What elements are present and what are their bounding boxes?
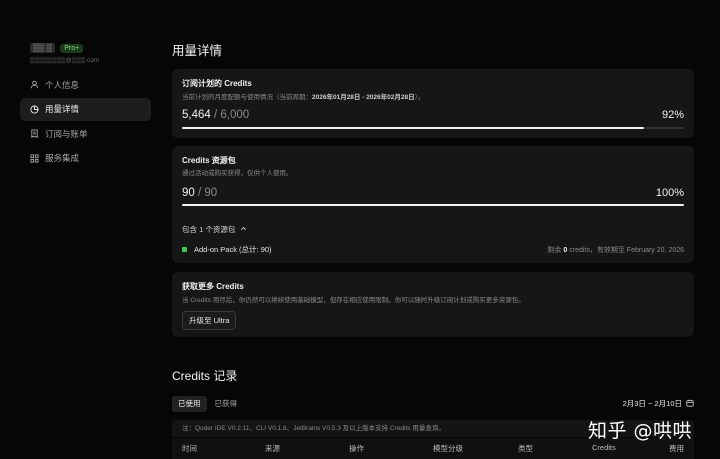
- user-name: ▒▒ ▒: [30, 43, 56, 53]
- subtitle-end: ）。: [414, 94, 425, 101]
- card-title: Credits 资源包: [182, 156, 236, 165]
- credits-used: 5,464: [182, 109, 211, 121]
- remaining-value: 0: [563, 247, 568, 254]
- pack-name: Add-on Pack (总计: 90): [194, 245, 272, 254]
- receipt-icon: [30, 129, 39, 138]
- sidebar-item-usage[interactable]: 用量详情: [20, 97, 151, 121]
- card-subtitle: 当 Credits 用尽后，你仍然可以继续使用基础模型，但存在相应使用限制。你可…: [182, 297, 525, 304]
- sidebar-item-integrations[interactable]: 服务集成: [20, 147, 151, 170]
- pack-used: 90: [182, 187, 195, 199]
- page-title: 用量详情: [172, 44, 223, 58]
- credits-pack-card: Credits 资源包 通过活动或购买获得，仅供个人使用。 90 / 90 10…: [172, 146, 694, 263]
- column-header: 类型: [518, 444, 533, 453]
- status-dot: [182, 247, 187, 252]
- user-icon: [30, 80, 39, 89]
- remaining-suffix: credits，有效期至 February 20, 2026: [569, 247, 684, 254]
- pack-progress-bar: [182, 204, 684, 206]
- sidebar-item-profile[interactable]: 个人信息: [20, 73, 151, 96]
- credits-usage: 5,464 / 6,000: [182, 109, 249, 121]
- plan-badge: Pro+: [60, 43, 84, 53]
- column-header: 操作: [349, 444, 364, 453]
- pie-chart-icon: [30, 104, 39, 114]
- card-title: 获取更多 Credits: [182, 282, 244, 291]
- records-tabs: 已使用 已获得: [172, 396, 243, 412]
- progress-fill: [182, 127, 644, 129]
- user-email: ▒▒▒▒▒▒▒▒@▒▒▒.com: [30, 58, 100, 64]
- tab-earned[interactable]: 已获得: [209, 396, 244, 412]
- card-subtitle: 通过活动或购买获得，仅供个人使用。: [182, 170, 293, 177]
- watermark: 知乎 @哄哄: [588, 420, 693, 442]
- pack-remaining: 剩余 0 credits，有效期至 February 20, 2026: [547, 245, 684, 255]
- sidebar-item-label: 服务集成: [45, 153, 80, 163]
- column-header: 来源: [265, 444, 280, 453]
- sidebar-item-label: 用量详情: [45, 104, 80, 114]
- billing-period: 2026年01月28日 - 2026年02月28日: [312, 94, 415, 101]
- credits-total: / 6,000: [213, 109, 250, 121]
- usage-percent: 92%: [661, 109, 684, 121]
- date-range-picker[interactable]: 2月3日 ~ 2月10日: [623, 398, 694, 409]
- remaining-prefix: 剩余: [547, 247, 562, 254]
- card-subtitle: 当前计划的月度配额与使用情况（当前周期：2026年01月28日 - 2026年0…: [182, 91, 424, 101]
- card-title: 订阅计划的 Credits: [182, 79, 252, 88]
- pack-item: Add-on Pack (总计: 90): [182, 244, 272, 255]
- pack-usage: 90 / 90: [182, 187, 217, 199]
- records-title: Credits 记录: [172, 369, 238, 383]
- pack-list-toggle[interactable]: 包含 1 个资源包: [182, 224, 247, 235]
- subtitle-text: 当前计划的月度配额与使用情况（当前周期：: [182, 94, 312, 101]
- pack-percent: 100%: [655, 187, 684, 199]
- user-info: ▒▒ ▒ Pro+: [30, 43, 84, 53]
- column-header: 费用: [669, 444, 684, 453]
- column-header: 时间: [182, 444, 197, 453]
- sidebar-nav: 个人信息 用量详情 订阅与账单 服务集成: [20, 73, 151, 171]
- tab-used[interactable]: 已使用: [172, 396, 207, 412]
- progress-fill: [182, 204, 684, 206]
- pack-total: / 90: [198, 187, 218, 199]
- chevron-up-icon: [240, 225, 247, 234]
- sidebar-item-billing[interactable]: 订阅与账单: [20, 122, 151, 145]
- get-more-credits-card: 获取更多 Credits 当 Credits 用尽后，你仍然可以继续使用基础模型…: [172, 272, 694, 337]
- sidebar: ▒▒ ▒ Pro+ ▒▒▒▒▒▒▒▒@▒▒▒.com 个人信息 用量详情 订阅与…: [0, 0, 160, 459]
- upgrade-ultra-button[interactable]: 升级至 Ultra: [182, 311, 237, 330]
- toggle-label: 包含 1 个资源包: [182, 225, 236, 234]
- usage-progress-bar: [182, 127, 684, 129]
- plan-credits-card: 订阅计划的 Credits 当前计划的月度配额与使用情况（当前周期：2026年0…: [172, 69, 694, 138]
- sidebar-item-label: 个人信息: [45, 79, 80, 90]
- column-header: Credits: [592, 443, 616, 452]
- grid-icon: [30, 153, 39, 163]
- calendar-icon: [686, 399, 694, 409]
- date-range-label: 2月3日 ~ 2月10日: [622, 399, 682, 408]
- sidebar-item-label: 订阅与账单: [45, 128, 88, 139]
- column-header: 模型分级: [433, 444, 463, 453]
